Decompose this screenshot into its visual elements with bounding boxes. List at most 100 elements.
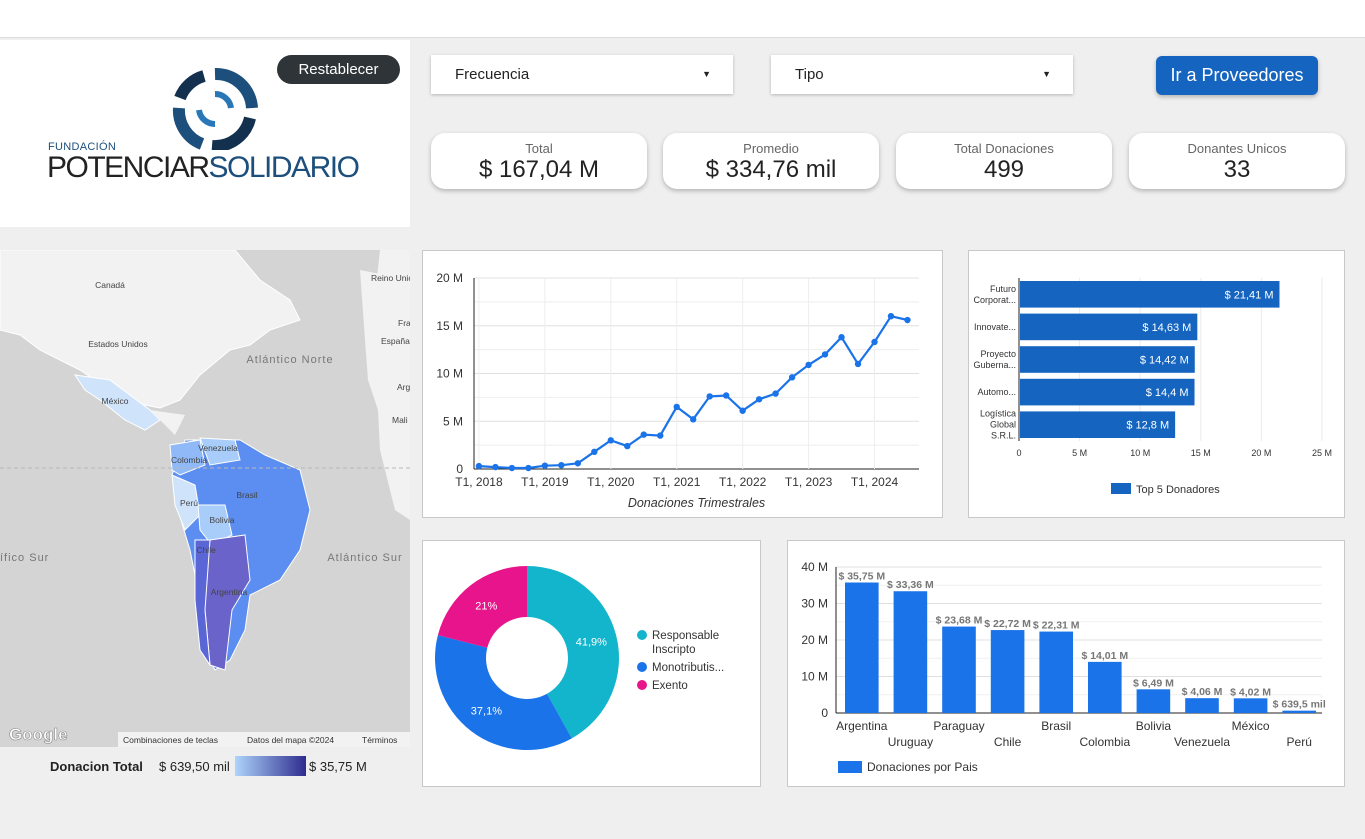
category-label: Venezuela [1174,735,1230,749]
bar[interactable] [1185,698,1219,713]
data-point[interactable] [706,393,713,400]
data-point[interactable] [755,396,763,403]
category-label: Colombia [1079,735,1130,749]
data-point[interactable] [525,464,532,472]
bar-value-label: $ 6,49 M [1133,677,1174,689]
map-legend-max: $ 35,75 M [309,759,367,774]
x-tick-label: T1, 2018 [455,475,503,489]
type-dropdown[interactable]: Tipo ▼ [771,55,1073,94]
data-point[interactable] [690,416,697,423]
bar-value-label: $ 35,75 M [838,571,885,583]
data-point[interactable] [591,448,598,456]
donor-type-chart[interactable]: 41,9% 37,1% 21% Responsable Inscripto Monotri… [423,541,760,786]
logo-name: POTENCIARSOLIDARIO [47,151,360,185]
legend-label: Top 5 Donadores [1136,484,1220,496]
bar-value-label: $ 12,8 M [1126,420,1169,432]
category-label: Futuro [990,284,1016,294]
y-tick-label: 20 M [801,633,828,647]
bar-value-label: $ 14,01 M [1081,650,1128,662]
data-point[interactable] [887,313,895,320]
bar-value-label: $ 639,5 mil [1273,699,1326,711]
data-point[interactable] [838,334,845,341]
data-point[interactable] [871,338,878,346]
bar[interactable] [1039,631,1073,713]
map-label: México [102,396,129,406]
top-donors-chart[interactable]: 0 5 M 10 M 15 M 20 M 25 M $ 21,41 M FuturoCorpo… [969,251,1344,517]
legend-label: Inscripto [652,644,695,656]
y-tick-label: 5 M [443,414,463,428]
bar[interactable] [990,630,1025,713]
map-label: Venezuela [198,443,238,453]
y-tick-label: 15 M [436,319,463,333]
donations-map[interactable]: Canadá Estados Unidos México Atlántico N… [0,250,410,747]
logo-main: POTENCIAR [47,151,210,184]
bar-value-label: $ 14,42 M [1140,355,1189,367]
bar[interactable] [1233,698,1268,713]
data-point[interactable] [624,442,631,450]
reset-button[interactable]: Restablecer [277,55,400,84]
map-canvas[interactable]: Canadá Estados Unidos México Atlántico N… [0,250,410,747]
data-point[interactable] [475,462,483,470]
terms-link[interactable]: Términos [362,735,397,745]
slice-label: 21% [475,600,497,612]
data-point[interactable] [854,360,862,368]
kpi-value: $ 167,04 M [478,156,600,183]
map-label: ífico Sur [0,552,49,564]
legend-swatch [1111,483,1131,494]
frequency-dropdown[interactable]: Frecuencia ▼ [431,55,733,94]
category-label: Proyecto [980,349,1016,359]
y-tick-label: 10 M [436,367,463,381]
legend-swatch [838,761,862,773]
map-label: Argentina [211,587,248,597]
bar[interactable] [893,591,928,713]
kpi-card-average: Promedio $ 334,76 mil [663,133,879,189]
category-label: Corporat... [973,295,1016,305]
map-label: Estados Unidos [88,339,148,349]
data-point[interactable] [821,351,829,358]
data-point[interactable] [607,437,614,444]
bar[interactable] [1136,689,1171,713]
bar[interactable] [845,582,879,713]
legend-dot [637,680,647,690]
top-donors-panel: 0 5 M 10 M 15 M 20 M 25 M $ 21,41 M Futuro Corpo… [968,250,1345,518]
data-point[interactable] [904,316,911,324]
map-label: Bolivia [209,515,234,525]
category-label: Uruguay [888,735,933,749]
x-tick-label: 10 M [1130,448,1150,458]
x-tick-label: 0 [1016,448,1021,458]
data-point[interactable] [541,462,549,469]
map-legend-title: Donacion Total [50,759,143,774]
category-label: Global [990,420,1016,430]
map-label: Brasil [236,490,257,500]
bar[interactable] [1088,661,1122,713]
bar-value-label: $ 22,31 M [1033,620,1080,632]
goto-providers-button[interactable]: Ir a Proveedores [1156,56,1318,95]
data-point[interactable] [673,403,680,411]
data-point[interactable] [574,460,582,467]
data-point[interactable] [805,361,812,369]
y-tick-label: 30 M [801,597,828,611]
data-point[interactable] [492,463,499,471]
category-label: Paraguay [933,719,984,733]
data-point[interactable] [772,390,779,397]
data-point[interactable] [657,432,664,439]
data-point[interactable] [558,461,565,469]
keyboard-shortcuts-link[interactable]: Combinaciones de teclas [123,735,218,745]
bar-value-label: $ 14,4 M [1146,387,1189,399]
x-tick-label: T1, 2019 [521,475,569,489]
y-tick-label: 0 [821,706,828,720]
slice-label: 41,9% [576,636,607,648]
data-point[interactable] [739,407,746,414]
bar[interactable] [1282,710,1316,713]
country-donations-chart[interactable]: 0 10 M 20 M 30 M 40 M $ 35,75 M Argentina $ 33,… [788,541,1344,786]
map-legend-gradient [235,756,306,776]
bar[interactable] [942,626,976,713]
data-point[interactable] [508,464,516,472]
frequency-dropdown-label: Frecuencia [455,66,530,83]
data-point[interactable] [722,392,730,399]
data-point[interactable] [788,374,796,381]
quarterly-donations-chart[interactable]: 0 5 M 10 M 15 M 20 M T1, 2018 T1, 2019 T1, 2020… [423,251,942,517]
data-point[interactable] [640,431,647,438]
map-label: Perú [180,498,198,508]
x-tick-label: 20 M [1251,448,1271,458]
